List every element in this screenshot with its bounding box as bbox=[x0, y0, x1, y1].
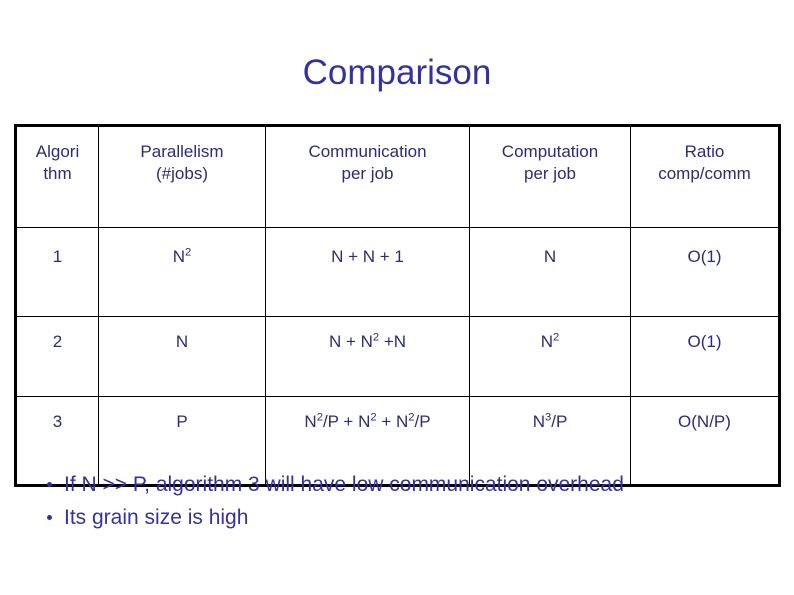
comparison-table-container: Algori thm Parallelism (#jobs) Communica… bbox=[14, 124, 781, 487]
communication-expression: N2/P + N2 + N2/P bbox=[304, 411, 431, 431]
column-header-ratio: Ratio comp/comm bbox=[630, 125, 780, 228]
communication-expression: N + N2 +N bbox=[328, 331, 407, 351]
header-label: Ratio comp/comm bbox=[658, 142, 751, 183]
cell-parallelism: N bbox=[98, 316, 266, 397]
cell-ratio: O(1) bbox=[630, 316, 780, 397]
column-header-algorithm: Algori thm bbox=[15, 125, 99, 228]
cell-communication: N + N2 +N bbox=[265, 316, 470, 397]
table-row: 2 N N + N2 +N N2 O(1) bbox=[15, 316, 780, 397]
header-label: Parallelism (#jobs) bbox=[140, 142, 224, 183]
header-label: Algori thm bbox=[35, 142, 80, 183]
page-title: Comparison bbox=[302, 53, 492, 92]
cell-algorithm: 2 bbox=[15, 316, 99, 397]
column-header-parallelism: Parallelism (#jobs) bbox=[98, 125, 266, 228]
header-label: Computation per job bbox=[501, 142, 599, 183]
list-item: If N >> P, algorithm 3 will have low com… bbox=[38, 470, 758, 499]
slide-canvas: Comparison Algori thm Parallelism (#jobs… bbox=[0, 0, 794, 595]
bullet-text: Its grain size is high bbox=[64, 506, 249, 529]
cell-parallelism: N2 bbox=[98, 227, 266, 317]
column-header-communication: Communication per job bbox=[265, 125, 470, 228]
bullet-text: If N >> P, algorithm 3 will have low com… bbox=[64, 473, 624, 496]
cell-algorithm: 1 bbox=[15, 227, 99, 317]
bullet-dot-icon bbox=[47, 515, 52, 520]
cell-computation: N2 bbox=[469, 316, 631, 397]
header-label: Communication per job bbox=[308, 142, 427, 183]
cell-computation: N bbox=[469, 227, 631, 317]
table-header-row: Algori thm Parallelism (#jobs) Communica… bbox=[15, 125, 780, 228]
comparison-table: Algori thm Parallelism (#jobs) Communica… bbox=[14, 124, 781, 487]
bullet-dot-icon bbox=[47, 482, 52, 487]
list-item: Its grain size is high bbox=[38, 503, 758, 532]
table-row: 1 N2 N + N + 1 N O(1) bbox=[15, 227, 780, 317]
cell-ratio: O(1) bbox=[630, 227, 780, 317]
cell-communication: N + N + 1 bbox=[265, 227, 470, 317]
bullet-list: If N >> P, algorithm 3 will have low com… bbox=[38, 470, 758, 536]
column-header-computation: Computation per job bbox=[469, 125, 631, 228]
